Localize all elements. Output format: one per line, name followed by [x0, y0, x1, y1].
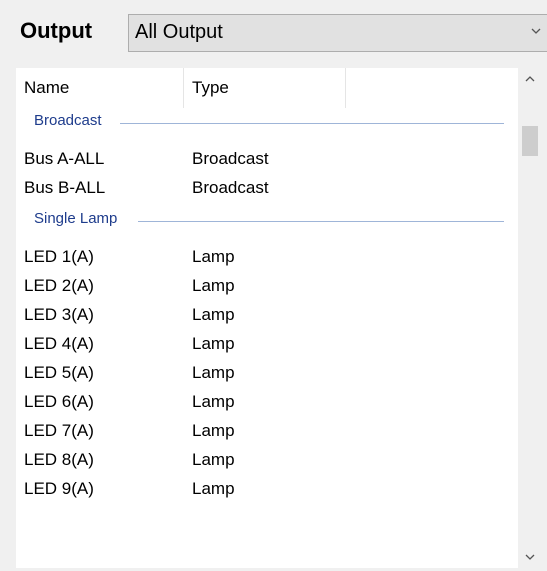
column-header-type[interactable]: Type: [184, 68, 346, 108]
scroll-down-button[interactable]: [518, 546, 542, 568]
column-header-row: Name Type: [16, 68, 518, 108]
item-name: LED 9(A): [24, 479, 94, 498]
group-divider: [120, 123, 504, 124]
group-header: Single Lamp: [16, 208, 518, 234]
item-type: Broadcast: [192, 149, 269, 168]
item-name: LED 6(A): [24, 392, 94, 411]
group-label: Single Lamp: [34, 210, 122, 227]
group-header: Broadcast: [16, 110, 518, 136]
output-filter-select[interactable]: All Output: [128, 14, 547, 52]
list-item[interactable]: LED 8(A) Lamp: [16, 445, 518, 474]
list-item[interactable]: LED 6(A) Lamp: [16, 387, 518, 416]
item-name: LED 4(A): [24, 334, 94, 353]
item-type: Broadcast: [192, 178, 269, 197]
item-name: LED 1(A): [24, 247, 94, 266]
output-label: Output: [20, 18, 93, 43]
column-header-name[interactable]: Name: [16, 68, 184, 108]
list-item[interactable]: LED 4(A) Lamp: [16, 329, 518, 358]
item-name: LED 5(A): [24, 363, 94, 382]
item-name: LED 3(A): [24, 305, 94, 324]
list-item[interactable]: LED 2(A) Lamp: [16, 271, 518, 300]
item-name: LED 8(A): [24, 450, 94, 469]
item-name: LED 2(A): [24, 276, 94, 295]
list-item[interactable]: Bus B-ALL Broadcast: [16, 173, 518, 202]
list-item[interactable]: LED 1(A) Lamp: [16, 242, 518, 271]
output-panel: Output All Output Name Type Broadcast Bus…: [0, 0, 547, 571]
item-type: Lamp: [192, 392, 235, 411]
list-item[interactable]: Bus A-ALL Broadcast: [16, 144, 518, 173]
output-filter-value: All Output: [135, 21, 223, 43]
list-item[interactable]: LED 7(A) Lamp: [16, 416, 518, 445]
item-type: Lamp: [192, 334, 235, 353]
item-type: Lamp: [192, 276, 235, 295]
list-item[interactable]: LED 9(A) Lamp: [16, 474, 518, 503]
item-type: Lamp: [192, 450, 235, 469]
chevron-up-icon: [525, 76, 535, 82]
item-type: Lamp: [192, 479, 235, 498]
group-divider: [138, 221, 504, 222]
item-type: Lamp: [192, 363, 235, 382]
item-type: Lamp: [192, 421, 235, 440]
scroll-thumb[interactable]: [522, 126, 538, 156]
list-item[interactable]: LED 5(A) Lamp: [16, 358, 518, 387]
item-name: Bus A-ALL: [24, 149, 105, 168]
vertical-scrollbar[interactable]: [518, 68, 542, 568]
item-type: Lamp: [192, 247, 235, 266]
chevron-down-icon: [531, 28, 541, 34]
scroll-up-button[interactable]: [518, 68, 542, 90]
list-item[interactable]: LED 3(A) Lamp: [16, 300, 518, 329]
item-type: Lamp: [192, 305, 235, 324]
chevron-down-icon: [525, 554, 535, 560]
output-header: Output All Output: [0, 0, 547, 66]
item-name: Bus B-ALL: [24, 178, 106, 197]
output-list[interactable]: Name Type Broadcast Bus A-ALL Broadcast Bus…: [16, 68, 542, 568]
group-label: Broadcast: [34, 112, 106, 129]
item-name: LED 7(A): [24, 421, 94, 440]
